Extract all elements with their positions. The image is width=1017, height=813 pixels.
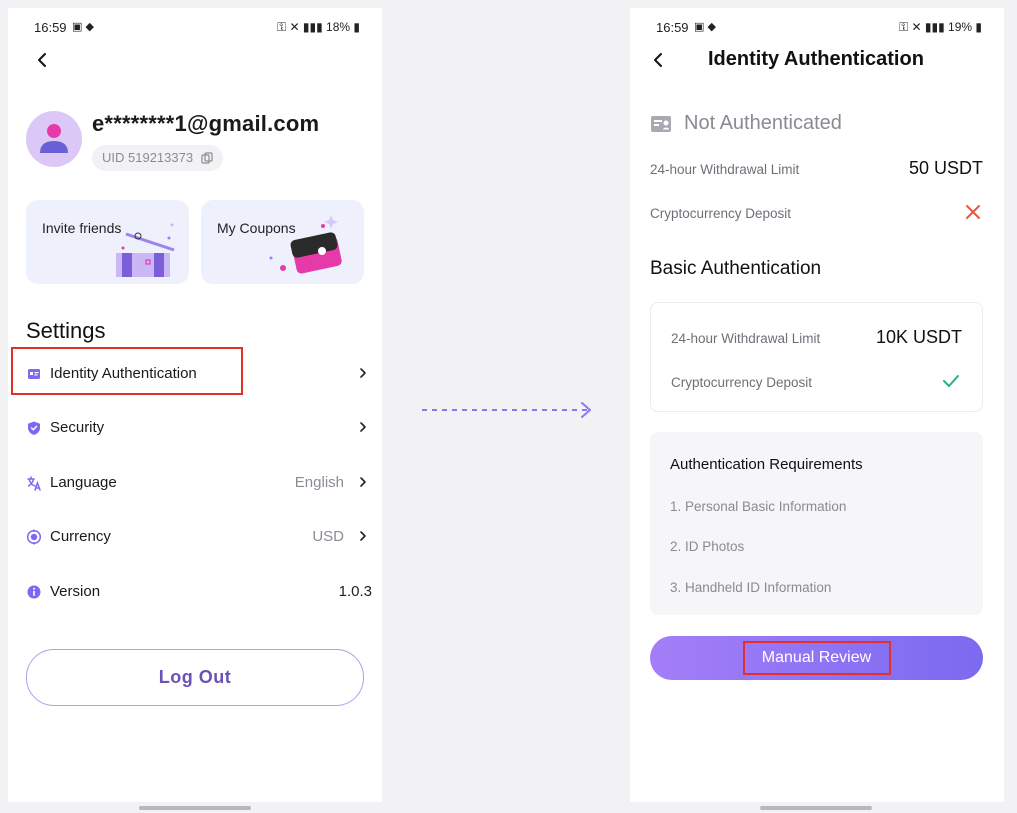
- setting-label: Identity Authentication: [50, 365, 197, 382]
- status-bar: 16:59 ▣ ◆ ⚿ ✕ ▮▮▮ 19% ▮: [656, 20, 982, 36]
- manual-review-button[interactable]: Manual Review: [650, 636, 983, 680]
- profile-screen: 16:59 ▣ ◆ ⚿ ✕ ▮▮▮ 18% ▮ e********1@gmail…: [8, 8, 382, 802]
- chevron-left-icon: [38, 53, 46, 67]
- status-right: ⚿ ✕ ▮▮▮ 19% ▮: [899, 20, 982, 35]
- notification-icons: ▣ ◆: [694, 21, 716, 33]
- uid-badge[interactable]: UID 519213373: [92, 145, 223, 171]
- uid-text: UID 519213373: [102, 150, 194, 165]
- status-right: ⚿ ✕ ▮▮▮ 18% ▮: [277, 20, 360, 35]
- requirement-item: 3. Handheld ID Information: [670, 580, 832, 595]
- basic-crypto-deposit: Cryptocurrency Deposit: [671, 371, 962, 395]
- signal-icons: ⚿ ✕ ▮▮▮: [277, 20, 327, 34]
- deposit-label: Cryptocurrency Deposit: [650, 206, 792, 221]
- setting-label: Version: [50, 583, 101, 600]
- setting-value: English: [294, 474, 344, 491]
- id-card-icon: [28, 369, 40, 379]
- settings-title: Settings: [26, 318, 106, 343]
- checkmark-icon: [943, 375, 959, 387]
- withdrawal-value: 50 USDT: [908, 158, 983, 178]
- back-button[interactable]: [28, 46, 56, 74]
- setting-currency[interactable]: Currency USD: [20, 517, 372, 557]
- requirements-card: Authentication Requirements 1. Personal …: [650, 432, 983, 615]
- page-title: Identity Authentication: [708, 48, 924, 70]
- withdrawal-label: 24-hour Withdrawal Limit: [671, 331, 821, 346]
- chevron-right-icon: [360, 422, 366, 432]
- back-button[interactable]: [644, 46, 672, 74]
- chevron-right-icon: [360, 368, 366, 378]
- notification-icons: ▣ ◆: [72, 21, 94, 33]
- status-text: Not Authenticated: [684, 112, 842, 134]
- info-icon: [27, 585, 41, 599]
- basic-withdrawal-limit: 24-hour Withdrawal Limit 10K USDT: [671, 327, 962, 351]
- setting-language[interactable]: Language English: [20, 463, 372, 503]
- battery-level: 18%: [326, 20, 351, 34]
- current-crypto-deposit: Cryptocurrency Deposit: [650, 202, 983, 226]
- chevron-right-icon: [360, 531, 366, 541]
- shield-icon: [28, 421, 40, 435]
- setting-identity-authentication[interactable]: Identity Authentication: [20, 354, 372, 394]
- setting-security[interactable]: Security: [20, 408, 372, 448]
- chevron-left-icon: [654, 53, 662, 67]
- chevron-right-icon: [360, 477, 366, 487]
- basic-authentication-card: 24-hour Withdrawal Limit 10K USDT Crypto…: [650, 302, 983, 412]
- signal-icons: ⚿ ✕ ▮▮▮: [899, 20, 949, 34]
- invite-friends-card[interactable]: Invite friends: [26, 200, 189, 284]
- battery-icon: ▮: [975, 20, 982, 34]
- setting-version: Version 1.0.3: [20, 572, 372, 612]
- requirement-item: 2. ID Photos: [670, 539, 745, 554]
- home-indicator[interactable]: [139, 806, 251, 810]
- withdrawal-label: 24-hour Withdrawal Limit: [650, 162, 800, 177]
- logout-button[interactable]: Log Out: [26, 649, 364, 706]
- user-icon: [40, 124, 68, 153]
- deposit-label: Cryptocurrency Deposit: [671, 375, 813, 390]
- requirements-title: Authentication Requirements: [670, 456, 863, 473]
- language-icon: [27, 476, 41, 491]
- identity-authentication-screen: 16:59 ▣ ◆ ⚿ ✕ ▮▮▮ 19% ▮ Identity Authent…: [630, 8, 1004, 802]
- avatar[interactable]: [26, 111, 82, 167]
- battery-icon: ▮: [353, 20, 360, 34]
- battery-level: 19%: [948, 20, 973, 34]
- dashed-arrow-icon: [422, 402, 591, 418]
- currency-icon: [26, 529, 42, 545]
- setting-label: Security: [50, 419, 105, 436]
- setting-value: USD: [312, 528, 344, 545]
- copy-icon[interactable]: [201, 152, 213, 164]
- withdrawal-value: 10K USDT: [875, 327, 962, 347]
- version-value: 1.0.3: [338, 583, 372, 600]
- coupon-icon: [269, 215, 342, 274]
- my-coupons-card[interactable]: My Coupons: [201, 200, 364, 284]
- cross-icon: [966, 205, 980, 219]
- current-withdrawal-limit: 24-hour Withdrawal Limit 50 USDT: [650, 158, 983, 182]
- id-card-icon: [651, 116, 671, 132]
- user-email: e********1@gmail.com: [92, 111, 320, 136]
- status-time: 16:59: [34, 20, 67, 35]
- setting-label: Language: [50, 474, 117, 491]
- home-indicator[interactable]: [760, 806, 872, 810]
- setting-label: Currency: [50, 528, 111, 545]
- gift-icon: [116, 223, 175, 277]
- status-time: 16:59: [656, 20, 689, 35]
- basic-authentication-title: Basic Authentication: [650, 258, 822, 279]
- status-bar: 16:59 ▣ ◆ ⚿ ✕ ▮▮▮ 18% ▮: [34, 20, 360, 36]
- requirement-item: 1. Personal Basic Information: [670, 499, 847, 514]
